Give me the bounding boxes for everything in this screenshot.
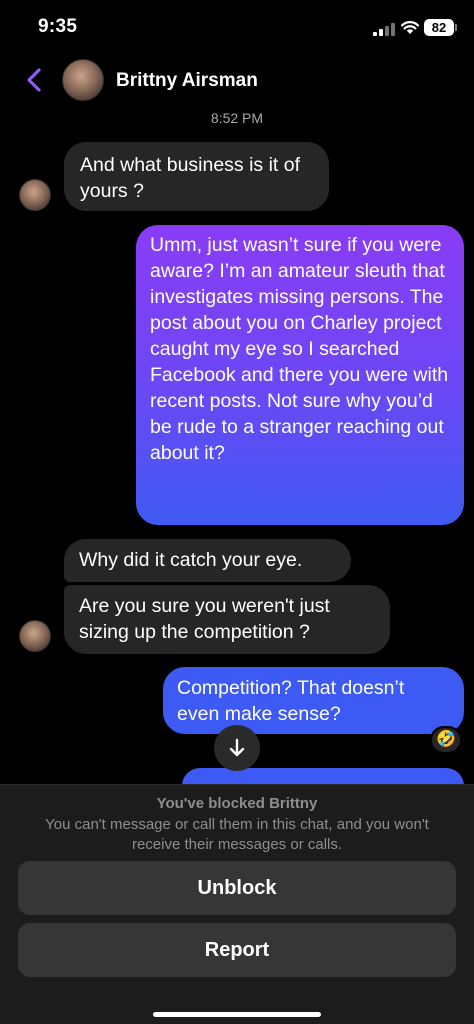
incoming-message-bubble[interactable]: And what business is it of yours ? bbox=[64, 142, 329, 211]
incoming-message-bubble[interactable]: Why did it catch your eye. bbox=[64, 539, 351, 582]
outgoing-message-bubble[interactable]: Umm, just wasn’t sure if you were aware?… bbox=[136, 225, 464, 525]
incoming-message-bubble[interactable]: Are you sure you weren't just sizing up … bbox=[64, 585, 390, 654]
message-text: Why did it catch your eye. bbox=[79, 549, 303, 571]
battery-icon: 82 bbox=[424, 19, 454, 36]
message-text: Are you sure you weren't just sizing up … bbox=[79, 595, 330, 643]
arrow-down-icon bbox=[229, 738, 245, 757]
unblock-button[interactable]: Unblock bbox=[18, 861, 456, 915]
sender-avatar[interactable] bbox=[19, 179, 51, 211]
blocked-description: You can't message or call them in this c… bbox=[45, 816, 429, 853]
home-indicator[interactable] bbox=[153, 1012, 321, 1017]
chat-header: Brittny Airsman bbox=[0, 56, 474, 106]
outgoing-message-bubble[interactable]: Competition? That doesn’t even make sens… bbox=[163, 667, 464, 734]
message-text: Competition? That doesn’t even make sens… bbox=[177, 677, 405, 725]
status-bar: 9:35 82 bbox=[0, 0, 474, 56]
wifi-icon bbox=[400, 21, 420, 34]
battery-cap bbox=[455, 24, 457, 31]
chevron-left-icon[interactable] bbox=[20, 64, 50, 96]
blocked-title: You've blocked Brittny bbox=[156, 795, 318, 812]
report-button[interactable]: Report bbox=[18, 923, 456, 977]
message-text: Umm, just wasn’t sure if you were aware?… bbox=[150, 234, 449, 464]
signal-icon bbox=[373, 22, 395, 36]
contact-avatar[interactable] bbox=[62, 59, 104, 101]
blocked-panel: You've blocked Brittny You can't message… bbox=[0, 784, 474, 1024]
reaction-badge[interactable]: 🤣 bbox=[430, 726, 462, 754]
message-timestamp: 8:52 PM bbox=[210, 110, 264, 126]
contact-name[interactable]: Brittny Airsman bbox=[116, 70, 258, 92]
scroll-to-bottom-button[interactable] bbox=[214, 725, 260, 771]
sender-avatar[interactable] bbox=[19, 620, 51, 652]
status-time: 9:35 bbox=[38, 16, 78, 37]
message-text: And what business is it of yours ? bbox=[80, 154, 301, 202]
